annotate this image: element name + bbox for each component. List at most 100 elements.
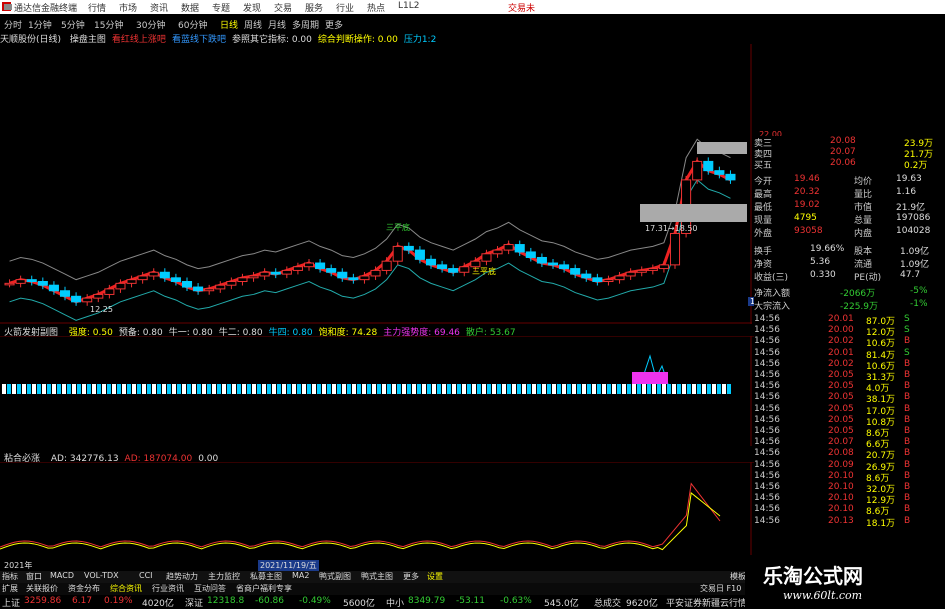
indicator-tab[interactable]: 主力监控 bbox=[208, 571, 240, 582]
menu-item[interactable]: 行业 bbox=[336, 1, 354, 14]
footer-tab[interactable]: 资金分布 bbox=[68, 583, 100, 594]
indicator-tab[interactable]: VOL-TDX bbox=[84, 571, 119, 580]
menu-item[interactable]: 数据 bbox=[181, 1, 199, 14]
index-name[interactable]: 深证 bbox=[185, 596, 203, 609]
rocket-bar bbox=[297, 384, 301, 394]
period-tab[interactable]: 更多 bbox=[325, 18, 343, 31]
menu-item[interactable]: 热点 bbox=[367, 1, 385, 14]
index-name[interactable]: 总成交 bbox=[594, 596, 621, 609]
tick-time: 14:56 bbox=[754, 336, 780, 347]
rocket-bar bbox=[667, 384, 671, 394]
rocket-bar bbox=[207, 384, 211, 394]
indicator-tab[interactable]: 鸭式主图 bbox=[361, 571, 393, 582]
indicator-tab[interactable]: 私募主图 bbox=[250, 571, 282, 582]
stat-value: 20.32 bbox=[794, 187, 820, 197]
indicator-tab[interactable]: 设置 bbox=[427, 571, 443, 582]
period-tab[interactable]: 30分钟 bbox=[136, 18, 165, 31]
tick-side: B bbox=[904, 358, 911, 369]
footer-right-tab[interactable]: 交易日 F10 bbox=[700, 583, 741, 594]
index-name[interactable]: 中小 bbox=[386, 596, 404, 609]
ad-subchart[interactable]: 600004000020000 bbox=[0, 462, 782, 560]
tick-time: 14:56 bbox=[754, 414, 780, 425]
indicator-tab[interactable]: 窗口 bbox=[26, 571, 42, 582]
footer-tab[interactable]: 省商户福利专享 bbox=[236, 583, 292, 594]
indicator-tab[interactable]: CCI bbox=[139, 571, 153, 580]
footer-tab[interactable]: 关联报价 bbox=[26, 583, 58, 594]
footer-tab[interactable]: 综合资讯 bbox=[110, 583, 142, 594]
indicator-tab[interactable]: 指标 bbox=[2, 571, 18, 582]
rocket-bar bbox=[392, 384, 396, 394]
menu-item[interactable]: 市场 bbox=[119, 1, 137, 14]
rocket-bar bbox=[232, 384, 236, 394]
stat-label: 总量 bbox=[854, 216, 873, 226]
rocket-bar bbox=[607, 384, 611, 394]
rocket-bar bbox=[527, 384, 531, 394]
footer-tab[interactable]: 扩展 bbox=[2, 583, 18, 594]
footer-right-tab[interactable]: 模板 bbox=[730, 571, 746, 582]
menu-item[interactable]: 资讯 bbox=[150, 1, 168, 14]
period-tab[interactable]: 日线 bbox=[220, 18, 238, 31]
tick-vol: 18.1万 bbox=[866, 518, 896, 529]
index-value: 8349.79 bbox=[408, 596, 446, 606]
kline-chart[interactable]: 17.31→18.5012.25三平底三平底 bbox=[0, 44, 752, 324]
period-tab[interactable]: 周线 bbox=[244, 18, 262, 31]
tick-side: B bbox=[904, 426, 911, 436]
rocket-bar bbox=[497, 384, 501, 394]
status-text: 平安证券新疆云行情 bbox=[666, 599, 748, 609]
indicator-tab[interactable]: MA2 bbox=[292, 571, 309, 580]
rocket-bar bbox=[452, 384, 456, 394]
period-tab[interactable]: 5分钟 bbox=[61, 18, 85, 31]
rocket-bar bbox=[487, 384, 491, 394]
period-bar: 分时 1分钟 5分钟 15分钟 30分钟 60分钟 日线 周线 月线 多周期 更多 bbox=[0, 17, 540, 31]
rocket-bar bbox=[282, 384, 286, 394]
candle bbox=[481, 253, 492, 262]
candle bbox=[181, 281, 193, 288]
period-tab[interactable]: 60分钟 bbox=[178, 18, 207, 31]
support-box bbox=[640, 204, 747, 222]
period-tab[interactable]: 多周期 bbox=[292, 18, 319, 31]
indicator-tab[interactable]: 趋势动力 bbox=[166, 571, 198, 582]
candle bbox=[15, 279, 26, 284]
stat-value: 19.02 bbox=[794, 200, 820, 210]
indicator-tab[interactable]: 更多 bbox=[403, 571, 419, 582]
tick-side: S bbox=[904, 347, 910, 358]
period-tab[interactable]: 月线 bbox=[268, 18, 286, 31]
rocket-bar bbox=[662, 384, 666, 394]
stat-label: 内盘 bbox=[854, 229, 873, 239]
tick-price: 20.10 bbox=[828, 504, 854, 515]
rocket-bar bbox=[562, 384, 566, 394]
footer-tab[interactable]: 互动问答 bbox=[194, 583, 226, 594]
indicator-tab[interactable]: 鸭式副图 bbox=[319, 571, 351, 582]
tick-time: 14:56 bbox=[754, 504, 780, 515]
rocket-bar bbox=[352, 384, 356, 394]
footer-tab[interactable]: 行业资讯 bbox=[152, 583, 184, 594]
period-tab[interactable]: 1分钟 bbox=[28, 18, 52, 31]
menu-item[interactable]: 服务 bbox=[305, 1, 323, 14]
rocket-bar bbox=[152, 384, 156, 394]
menu-item[interactable]: 专题 bbox=[212, 1, 230, 14]
rocket-bar bbox=[502, 384, 506, 394]
index-name[interactable]: 上证 bbox=[2, 596, 20, 609]
rocket-bar bbox=[682, 384, 686, 394]
rocket-bar bbox=[2, 384, 6, 394]
menu-item[interactable]: 交易 bbox=[274, 1, 292, 14]
menu-item[interactable]: L1L2 bbox=[398, 1, 419, 11]
candle bbox=[259, 271, 270, 277]
tick-price: 20.02 bbox=[828, 336, 854, 347]
trade-login[interactable]: 交易未 bbox=[508, 1, 535, 14]
rocket-bar bbox=[337, 384, 341, 394]
rocket-bar bbox=[32, 384, 36, 394]
tick-time: 14:56 bbox=[754, 482, 780, 492]
candle bbox=[82, 297, 93, 303]
candle bbox=[614, 275, 625, 281]
menu-item[interactable]: 发现 bbox=[243, 1, 261, 14]
rocket-bar bbox=[567, 384, 571, 394]
app-menu-icon[interactable] bbox=[4, 4, 12, 10]
rocket-bar bbox=[382, 384, 386, 394]
menu-item[interactable]: 行情 bbox=[88, 1, 106, 14]
rocket-bar bbox=[192, 384, 196, 394]
indicator-tab[interactable]: MACD bbox=[50, 571, 74, 580]
period-tab[interactable]: 15分钟 bbox=[94, 18, 123, 31]
rocket-subchart[interactable]: 2.001.000.00 bbox=[0, 336, 782, 446]
period-tab[interactable]: 分时 bbox=[4, 18, 22, 31]
